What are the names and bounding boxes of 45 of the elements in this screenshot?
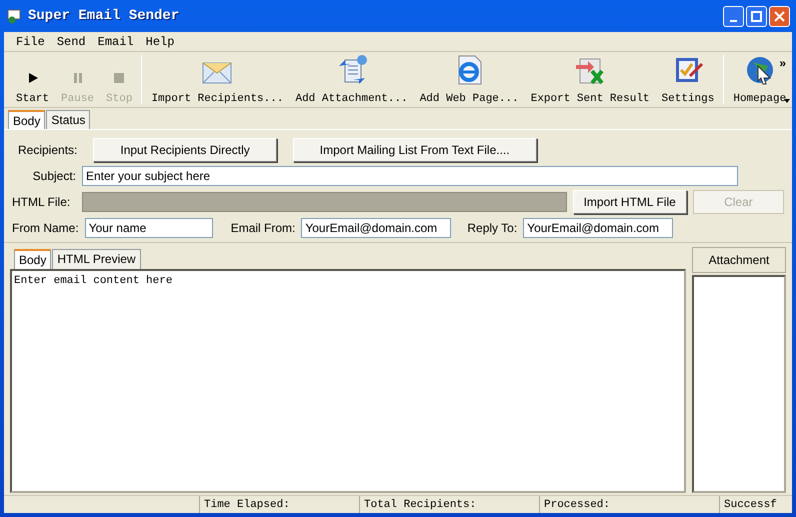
- attachment-list[interactable]: [692, 275, 786, 493]
- maximize-icon: [751, 10, 762, 22]
- recipients-button[interactable]: Input Recipients Directly: [93, 138, 277, 162]
- tab[interactable]: Body: [8, 110, 46, 129]
- field-label: Email From:: [230, 220, 296, 237]
- tab[interactable]: Status: [46, 110, 90, 129]
- from-name-field[interactable]: Your name: [84, 218, 213, 238]
- field-label: Subject:: [32, 168, 76, 185]
- status-text: Total Recipients:: [360, 496, 540, 513]
- recipients-button[interactable]: Import Mailing List From Text File....: [292, 138, 537, 162]
- menu-item[interactable]: Send: [56, 32, 86, 50]
- app-icon: [6, 8, 22, 24]
- menu-item[interactable]: Email: [98, 32, 134, 50]
- attachment-button[interactable]: Attachment: [692, 247, 786, 273]
- toolbar-overflow-button[interactable]: »: [779, 54, 786, 72]
- minimize-icon: [730, 20, 737, 22]
- field-label: HTML File:: [12, 194, 72, 211]
- menu-item[interactable]: Help: [146, 32, 174, 50]
- toolbar-button[interactable]: Export Sent Result: [524, 52, 656, 107]
- reply-to-field[interactable]: YourEmail@domain.com: [523, 218, 674, 238]
- toolbar-button[interactable]: Import Recipients...: [145, 52, 290, 107]
- email-from-field[interactable]: YourEmail@domain.com: [301, 218, 452, 238]
- field-label: Reply To:: [467, 220, 518, 237]
- close-icon: [774, 10, 785, 22]
- window-title: Super Email Sender: [28, 6, 180, 26]
- status-text: Successf: [723, 498, 778, 513]
- stop-icon: [112, 70, 126, 84]
- minimize-button[interactable]: [723, 6, 744, 26]
- dropdown-arrow-icon[interactable]: [784, 99, 790, 103]
- tab[interactable]: Body: [14, 249, 52, 269]
- maximize-button[interactable]: [746, 6, 767, 26]
- html-file-button[interactable]: Import HTML File: [572, 190, 687, 214]
- status-text: Processed:: [540, 496, 720, 513]
- close-button[interactable]: [769, 6, 790, 26]
- tab[interactable]: HTML Preview: [52, 249, 141, 269]
- subject-field[interactable]: Enter your subject here: [82, 166, 738, 186]
- toolbar-button[interactable]: Settings: [656, 52, 720, 107]
- toolbar-button[interactable]: Add Web Page...: [414, 52, 525, 107]
- menu-item[interactable]: File: [16, 32, 45, 50]
- status-text: Time Elapsed:: [200, 496, 360, 513]
- toolbar-button[interactable]: Add Attachment...: [289, 52, 414, 107]
- field-label: From Name:: [12, 220, 79, 237]
- toolbar-button[interactable]: Start: [10, 52, 56, 107]
- email-body-editor[interactable]: Enter email content here: [10, 269, 686, 493]
- field-label: Recipients:: [18, 142, 78, 159]
